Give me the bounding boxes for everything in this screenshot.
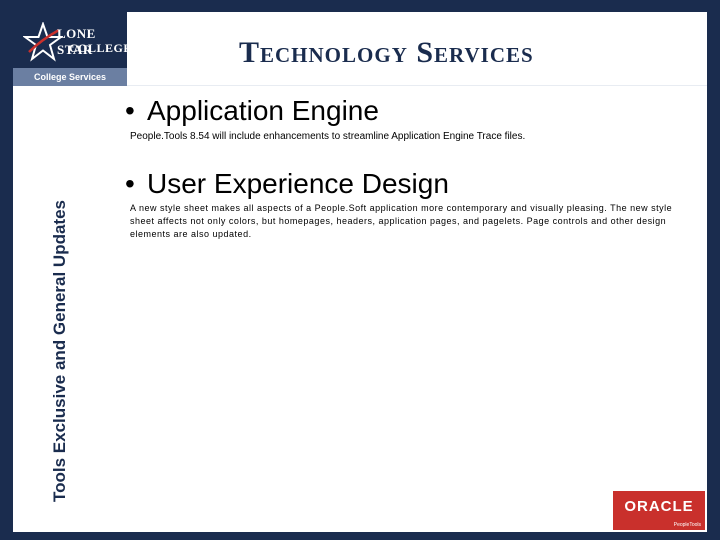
lone-star-college-logo: LONE STAR COLLEGE College Services: [13, 12, 131, 86]
bullet-dot: •: [125, 95, 135, 126]
page-title: Technology Services: [239, 36, 534, 69]
bullet-body-2: A new style sheet makes all aspects of a…: [130, 203, 673, 239]
logo-top: LONE STAR COLLEGE: [17, 16, 131, 68]
slide-frame: LONE STAR COLLEGE College Services Techn…: [13, 12, 707, 532]
bullet-heading-2: • User Experience Design: [125, 168, 449, 200]
header-divider: [127, 85, 707, 86]
bullet-heading-1: • Application Engine: [125, 95, 379, 127]
slide: LONE STAR COLLEGE College Services Techn…: [0, 0, 720, 540]
bullet-body-1: People.Tools 8.54 will include enhanceme…: [130, 131, 526, 142]
logo-subtitle: College Services: [13, 68, 127, 86]
bullet-dot: •: [125, 168, 135, 199]
oracle-wordmark: ORACLE: [624, 498, 694, 515]
bullet-heading-text: User Experience Design: [147, 168, 449, 199]
logo-line2: COLLEGE: [69, 41, 132, 55]
oracle-logo: ORACLE PeopleTools: [613, 491, 705, 530]
oracle-subtext: PeopleTools: [673, 522, 701, 528]
bullet-heading-text: Application Engine: [147, 95, 379, 126]
sidebar-title: Tools Exclusive and General Updates: [50, 199, 69, 502]
